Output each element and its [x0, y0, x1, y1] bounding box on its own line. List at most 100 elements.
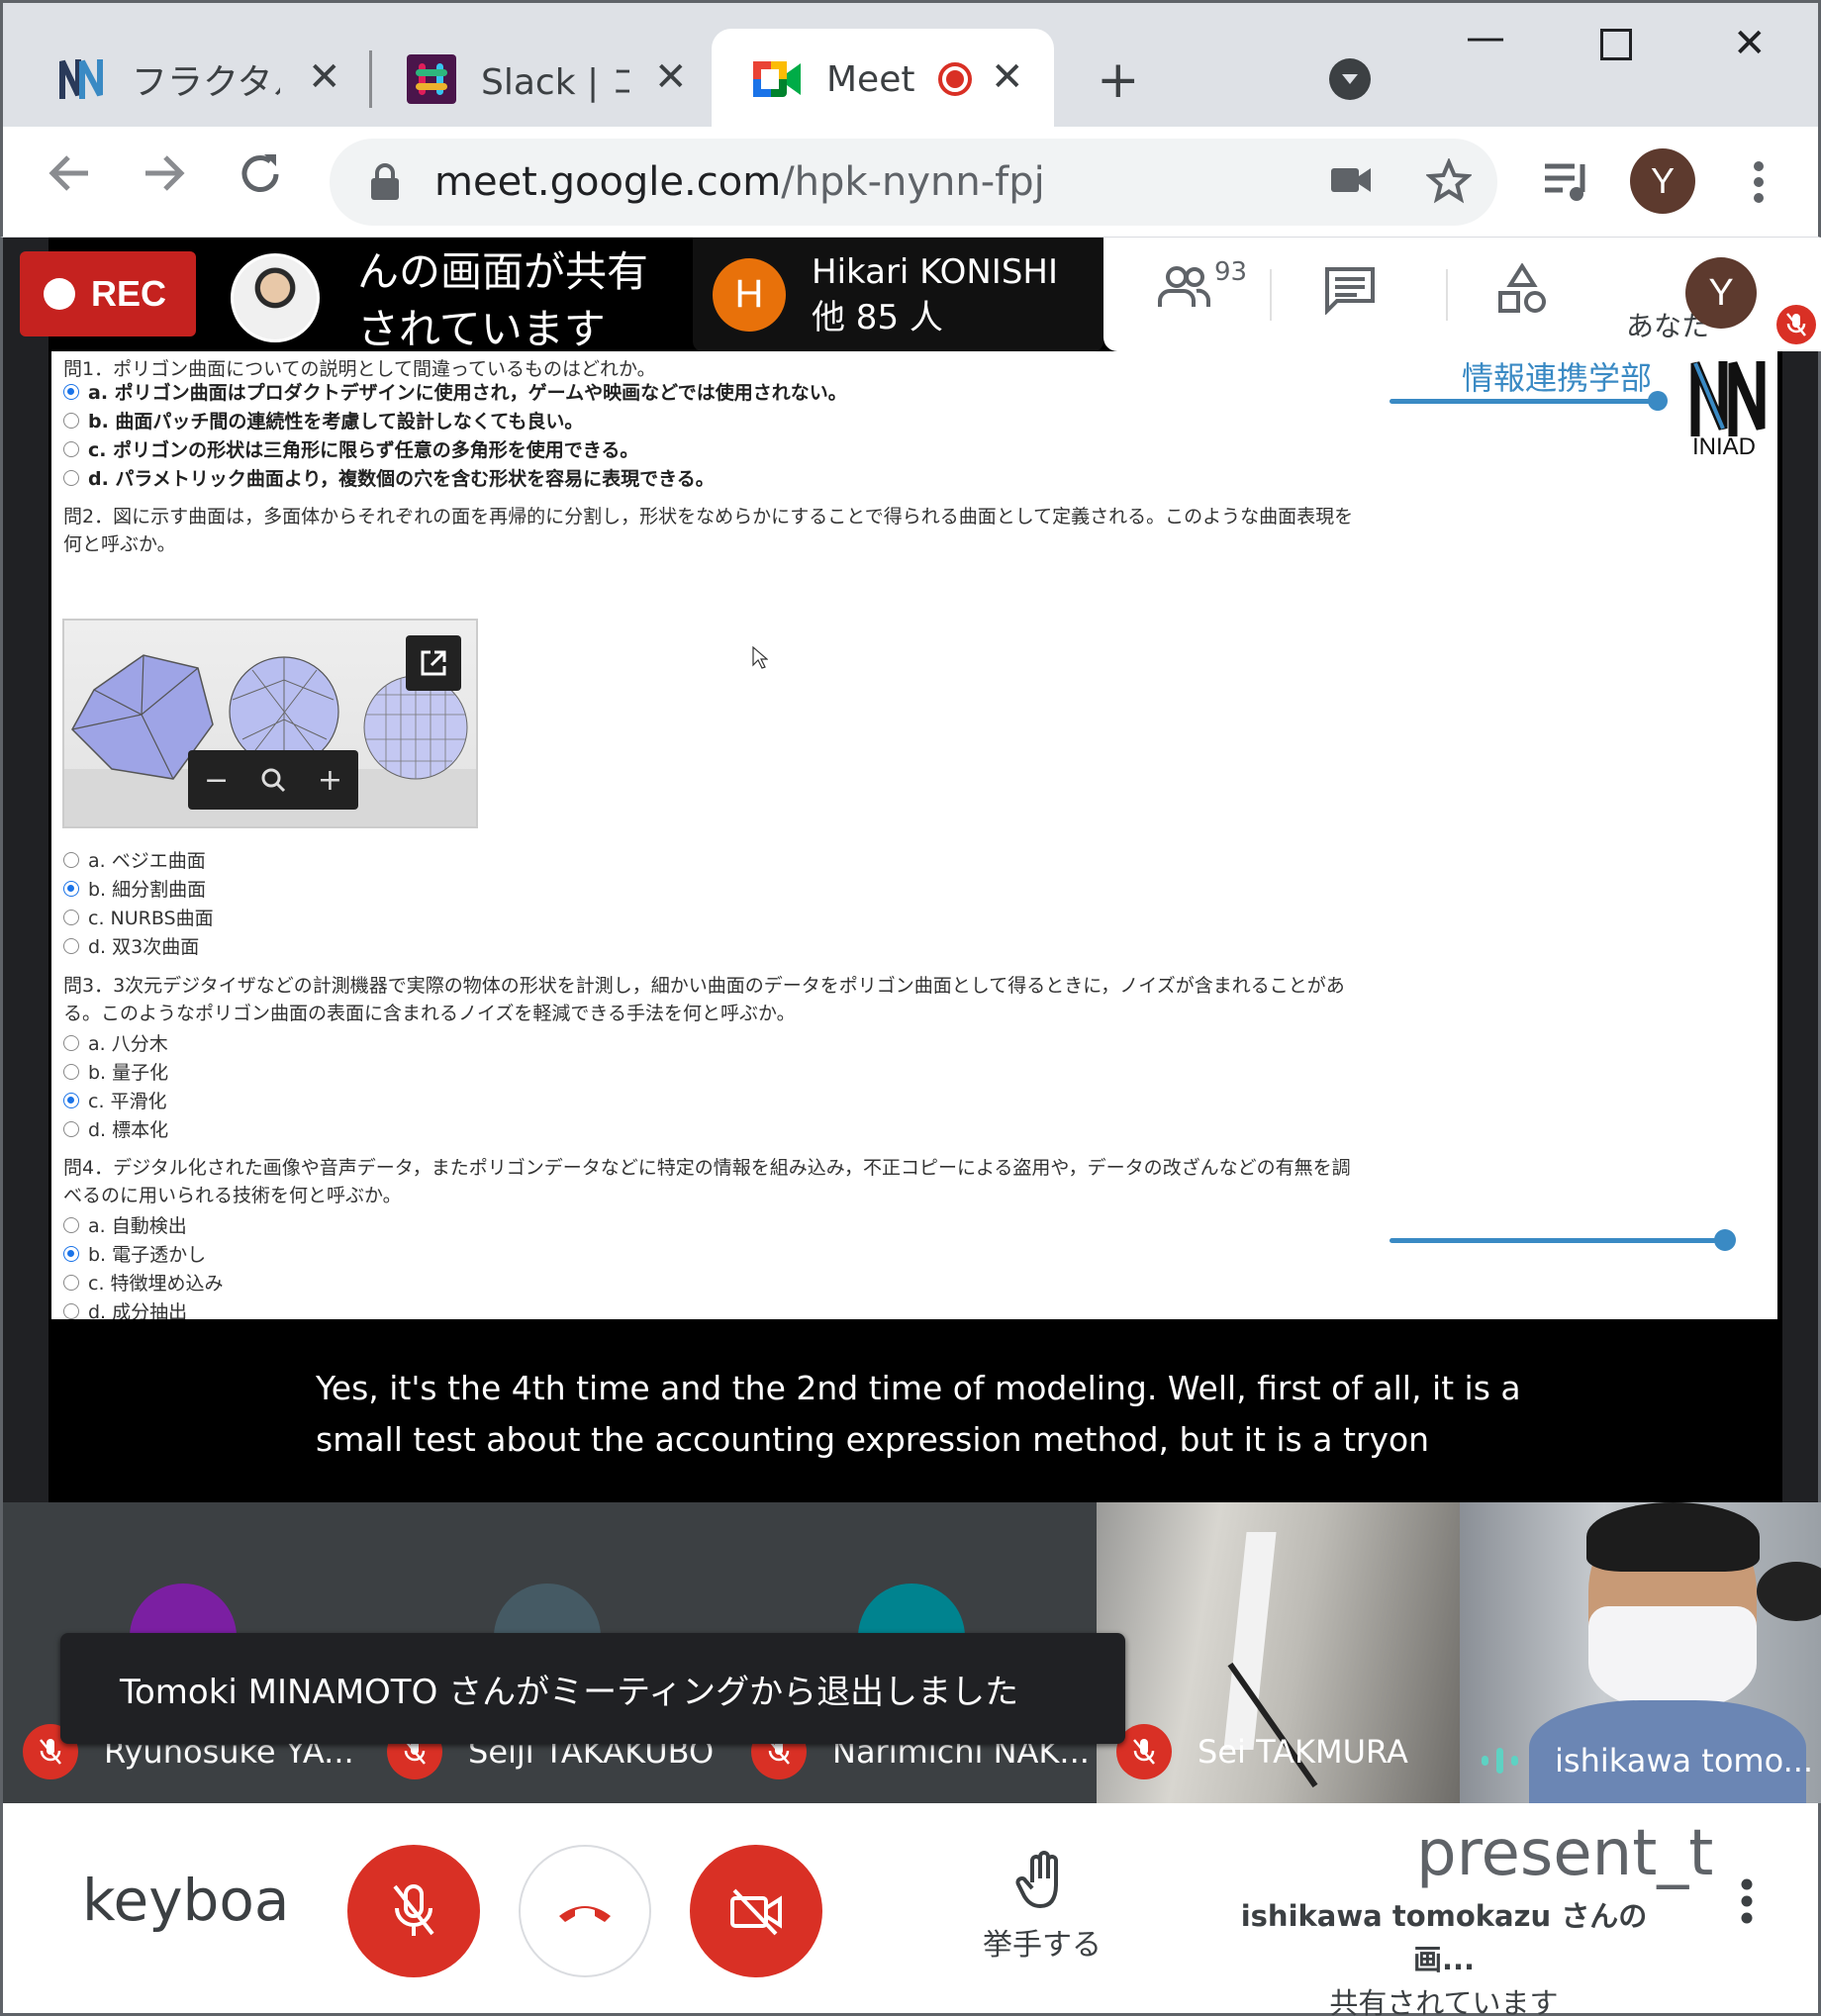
- q4-option-b[interactable]: b. 電子透かし: [63, 1240, 206, 1267]
- q1-option-a[interactable]: a. ポリゴン曲面はプロダクトデザインに使用され，ゲームや映画などでは使用されな…: [63, 378, 847, 405]
- leave-call-button[interactable]: [519, 1845, 651, 1977]
- participants-summary[interactable]: H Hikari KONISHI 他 85 人: [693, 238, 1103, 351]
- present-now-text[interactable]: present_t: [1416, 1817, 1713, 1890]
- microphone-toggle-button[interactable]: [347, 1845, 480, 1977]
- presenting-info: ishikawa tomokazu さんの画... 共有されています: [1216, 1894, 1672, 2016]
- raise-hand-button[interactable]: 挙手する: [978, 1851, 1106, 1964]
- option-label: a. 自動検出: [88, 1215, 187, 1237]
- media-controls-icon[interactable]: [1543, 160, 1592, 208]
- camera-toggle-button[interactable]: [690, 1845, 822, 1977]
- zoom-in-button[interactable]: +: [318, 763, 342, 798]
- recording-indicator-icon: [938, 62, 973, 96]
- participant-hair: [1586, 1502, 1760, 1572]
- new-tab-button[interactable]: +: [1097, 54, 1140, 106]
- forward-button[interactable]: [142, 150, 187, 208]
- q4-option-a[interactable]: a. 自動検出: [63, 1211, 187, 1238]
- minimize-button[interactable]: —: [1466, 15, 1505, 60]
- tab-title: Slack | コン: [481, 62, 629, 103]
- divider: [1270, 269, 1272, 321]
- q2-option-a[interactable]: a. ベジエ曲面: [63, 846, 206, 873]
- host-avatar: H: [713, 257, 786, 332]
- radio-selected-icon: [63, 1092, 79, 1108]
- radio-icon: [63, 1302, 79, 1319]
- live-captions: Yes, it's the 4th time and the 2nd time …: [316, 1369, 1521, 1459]
- more-options-icon[interactable]: [1740, 1878, 1754, 1928]
- back-button[interactable]: [47, 150, 92, 208]
- url-host: meet.google.com: [434, 159, 782, 205]
- participant-video-tile[interactable]: Sei TAKMURA: [1097, 1502, 1460, 1805]
- option-label: c. 平滑化: [88, 1091, 167, 1112]
- url-path: /hpk-nynn-fpj: [781, 159, 1045, 205]
- camera-off-icon: [730, 1888, 782, 1936]
- activities-button[interactable]: [1495, 263, 1549, 315]
- open-image-button[interactable]: [406, 635, 461, 691]
- tab-search-button[interactable]: [1329, 58, 1371, 100]
- radio-icon: [63, 440, 79, 457]
- radio-icon: [63, 1216, 79, 1233]
- maximize-button[interactable]: [1600, 29, 1632, 60]
- radio-icon: [63, 909, 79, 925]
- option-label: d. 成分抽出: [88, 1301, 188, 1319]
- q3-option-c[interactable]: c. 平滑化: [63, 1087, 167, 1113]
- iniad-icon: [56, 53, 108, 105]
- chevron-down-icon: [1342, 74, 1358, 84]
- radio-selected-icon: [63, 880, 79, 897]
- reload-button[interactable]: [237, 150, 284, 210]
- option-label: b. 電子透かし: [88, 1244, 207, 1266]
- q4-option-d[interactable]: d. 成分抽出: [63, 1297, 187, 1319]
- divider: [1446, 269, 1448, 321]
- recording-badge[interactable]: REC: [20, 251, 196, 336]
- people-button[interactable]: 93: [1157, 257, 1247, 309]
- q1-option-c[interactable]: c. ポリゴンの形状は三角形に限らず任意の多角形を使用できる。: [63, 435, 638, 462]
- q1-option-b[interactable]: b. 曲面パッチ間の連続性を考慮して設計しなくても良い。: [63, 407, 583, 433]
- radio-selected-icon: [63, 1245, 79, 1262]
- radio-icon: [63, 412, 79, 429]
- tab-title: Meet: [826, 58, 915, 100]
- profile-avatar[interactable]: Y: [1630, 148, 1695, 214]
- meeting-details-text[interactable]: keyboai: [82, 1867, 290, 1934]
- chat-button[interactable]: [1323, 265, 1377, 315]
- close-window-button[interactable]: ✕: [1733, 21, 1767, 66]
- subdivision-surface-figure: − +: [62, 619, 478, 828]
- self-avatar: Y: [1685, 257, 1757, 329]
- iniad-logo: [1690, 361, 1766, 436]
- close-tab-icon[interactable]: ✕: [991, 54, 1024, 100]
- radio-icon: [63, 1034, 79, 1051]
- lock-icon: [371, 163, 399, 200]
- meet-stage: REC んの画面が共有されています H Hikari KONISHI 他 85 …: [0, 238, 1821, 2016]
- magnifier-icon[interactable]: [260, 767, 286, 793]
- presenting-status: 共有されています: [1329, 1986, 1559, 2016]
- tab-slack[interactable]: Slack | コン ✕: [352, 29, 719, 130]
- camera-status-icon[interactable]: [1329, 162, 1373, 202]
- rec-label: REC: [91, 273, 167, 314]
- raise-hand-label: 挙手する: [983, 1928, 1102, 1963]
- close-tab-icon[interactable]: ✕: [654, 54, 688, 100]
- zoom-out-button[interactable]: −: [204, 763, 229, 798]
- q4-option-c[interactable]: c. 特徴埋め込み: [63, 1269, 224, 1296]
- presenting-name: ishikawa tomokazu さんの画...: [1240, 1899, 1648, 1976]
- question-3-line1: 問3．3次元デジタイザなどの計測機器で実際の物体の形状を計測し，細かい曲面のデー…: [63, 975, 1345, 997]
- browser-menu-icon[interactable]: [1753, 160, 1765, 208]
- address-bar[interactable]: meet.google.com/hpk-nynn-fpj: [330, 139, 1497, 226]
- tab-fractal[interactable]: フラクタル( ✕: [3, 29, 369, 130]
- participant-count-badge: 93: [1214, 257, 1248, 287]
- option-label: d. 標本化: [88, 1119, 169, 1141]
- q3-option-b[interactable]: b. 量子化: [63, 1058, 168, 1085]
- option-label: b. 曲面パッチ間の連続性を考慮して設計しなくても良い。: [88, 411, 584, 432]
- question-2-line2: 何と呼ぶか。: [63, 533, 176, 555]
- q3-option-d[interactable]: d. 標本化: [63, 1115, 168, 1142]
- q2-option-d[interactable]: d. 双3次曲面: [63, 932, 199, 959]
- decorative-dot: [1714, 1229, 1736, 1251]
- q2-option-b[interactable]: b. 細分割曲面: [63, 875, 206, 902]
- arrow-right-icon: [145, 155, 185, 191]
- face-mask: [1588, 1606, 1757, 1710]
- bookmark-star-icon[interactable]: [1425, 156, 1473, 208]
- radio-icon: [63, 851, 79, 868]
- q1-option-d[interactable]: d. パラメトリック曲面より，複数個の穴を含む形状を容易に表現できる。: [63, 464, 715, 491]
- participant-video-tile[interactable]: ishikawa tomo...: [1460, 1502, 1821, 1805]
- q2-option-c[interactable]: c. NURBS曲面: [63, 904, 214, 930]
- tab-meet[interactable]: Meet ✕: [712, 29, 1054, 130]
- q3-option-a[interactable]: a. 八分木: [63, 1029, 168, 1056]
- close-tab-icon[interactable]: ✕: [308, 54, 341, 100]
- slack-icon: [406, 53, 457, 105]
